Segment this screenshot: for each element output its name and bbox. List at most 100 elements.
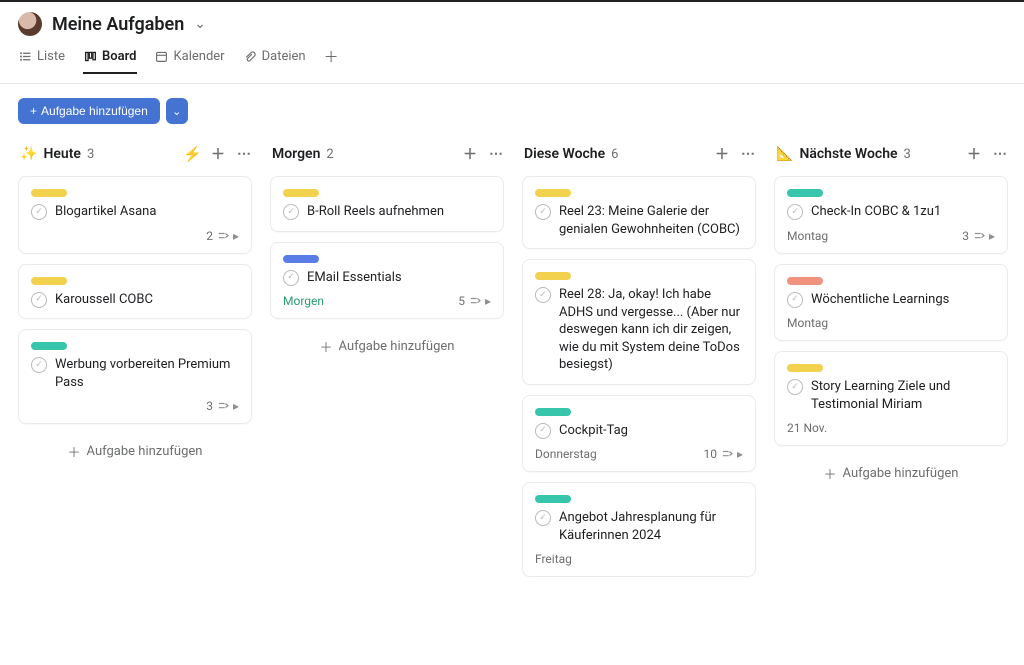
add-card-button[interactable]: ＋Aufgabe hinzufügen: [774, 456, 1008, 487]
task-card[interactable]: Check-In COBC & 1zu1 Montag 3 ▸: [774, 176, 1008, 254]
complete-checkbox[interactable]: [787, 379, 803, 395]
column-scroll[interactable]: Check-In COBC & 1zu1 Montag 3 ▸ Wöchentl…: [774, 176, 1012, 487]
add-task-button[interactable]: + Aufgabe hinzufügen: [18, 98, 160, 124]
tag-pill: [283, 255, 319, 263]
list-icon: [18, 50, 32, 64]
expand-icon[interactable]: ▸: [989, 229, 995, 243]
task-date: Montag: [787, 316, 828, 330]
column-menu-icon[interactable]: ⋯: [234, 146, 254, 162]
subtask-icon: [217, 401, 229, 411]
tag-pill: [31, 277, 67, 285]
column-scroll[interactable]: Reel 23: Meine Galerie der genialen Gewo…: [522, 176, 760, 577]
tab-add[interactable]: ＋: [324, 42, 339, 75]
subtask-count: 5: [458, 294, 465, 308]
subtask-icon: [217, 231, 229, 241]
tab-board[interactable]: Board: [83, 45, 136, 74]
bolt-icon[interactable]: ⚡: [183, 145, 202, 163]
complete-checkbox[interactable]: [283, 204, 299, 220]
page-title: Meine Aufgaben: [52, 14, 184, 35]
complete-checkbox[interactable]: [787, 204, 803, 220]
column-menu-icon[interactable]: ⋯: [990, 146, 1010, 162]
toolbar: + Aufgabe hinzufügen ⌄: [0, 84, 1024, 134]
task-card[interactable]: Karoussell COBC: [18, 264, 252, 320]
column-scroll[interactable]: Blogartikel Asana 2 ▸ Karoussell COBC We…: [18, 176, 256, 465]
task-card[interactable]: Reel 28: Ja, okay! Ich habe ADHS und ver…: [522, 259, 756, 385]
task-date: Freitag: [535, 552, 572, 566]
subtask-count: 3: [206, 399, 213, 413]
column-count: 6: [611, 147, 618, 162]
column-add-icon[interactable]: ＋: [712, 144, 732, 164]
column-header[interactable]: Diese Woche 6 ＋ ⋯: [522, 138, 760, 176]
complete-checkbox[interactable]: [283, 270, 299, 286]
column-emoji: 📐: [776, 146, 793, 162]
expand-icon[interactable]: ▸: [233, 399, 239, 413]
task-meta: 5 ▸: [458, 294, 491, 308]
task-meta: 3 ▸: [206, 399, 239, 413]
tag-pill: [283, 189, 319, 197]
task-card[interactable]: Blogartikel Asana 2 ▸: [18, 176, 252, 254]
column-header[interactable]: Morgen 2 ＋ ⋯: [270, 138, 508, 176]
task-title: Reel 28: Ja, okay! Ich habe ADHS und ver…: [559, 286, 743, 374]
add-card-button[interactable]: ＋Aufgabe hinzufügen: [18, 434, 252, 465]
tab-calendar[interactable]: Kalender: [155, 45, 225, 72]
task-card[interactable]: Wöchentliche Learnings Montag: [774, 264, 1008, 342]
task-card[interactable]: Reel 23: Meine Galerie der genialen Gewo…: [522, 176, 756, 249]
column-scroll[interactable]: B-Roll Reels aufnehmen EMail Essentials …: [270, 176, 508, 360]
tag-pill: [787, 189, 823, 197]
complete-checkbox[interactable]: [31, 292, 47, 308]
complete-checkbox[interactable]: [535, 423, 551, 439]
task-meta: 10 ▸: [703, 447, 743, 461]
column-add-icon[interactable]: ＋: [208, 144, 228, 164]
kanban-board: ✨ Heute 3 ⚡ ＋ ⋯ Blogartikel Asana 2 ▸ Ka…: [0, 134, 1024, 659]
column-title: Nächste Woche: [799, 146, 897, 162]
tab-label: Liste: [37, 49, 65, 64]
add-task-label: Aufgabe hinzufügen: [41, 104, 148, 118]
column-count: 3: [87, 147, 94, 162]
complete-checkbox[interactable]: [535, 287, 551, 303]
tab-files[interactable]: Dateien: [243, 45, 306, 72]
column-title: Morgen: [272, 146, 320, 162]
add-card-button[interactable]: ＋Aufgabe hinzufügen: [270, 329, 504, 360]
task-title: Reel 23: Meine Galerie der genialen Gewo…: [559, 203, 743, 238]
plus-icon: ＋: [68, 442, 81, 461]
plus-icon: ＋: [324, 46, 339, 67]
complete-checkbox[interactable]: [535, 204, 551, 220]
complete-checkbox[interactable]: [787, 292, 803, 308]
task-card[interactable]: EMail Essentials Morgen 5 ▸: [270, 242, 504, 320]
column-menu-icon[interactable]: ⋯: [738, 146, 758, 162]
subtask-icon: [973, 231, 985, 241]
column-emoji: ✨: [20, 146, 37, 162]
column-header[interactable]: ✨ Heute 3 ⚡ ＋ ⋯: [18, 138, 256, 176]
plus-icon: +: [30, 104, 37, 118]
board-column: ✨ Heute 3 ⚡ ＋ ⋯ Blogartikel Asana 2 ▸ Ka…: [18, 138, 256, 649]
column-header[interactable]: 📐 Nächste Woche 3 ＋ ⋯: [774, 138, 1012, 176]
tag-pill: [787, 364, 823, 372]
expand-icon[interactable]: ▸: [485, 294, 491, 308]
tab-list[interactable]: Liste: [18, 45, 65, 72]
tag-pill: [535, 189, 571, 197]
task-card[interactable]: Story Learning Ziele und Testimonial Mir…: [774, 351, 1008, 446]
task-date: Montag: [787, 229, 828, 243]
expand-icon[interactable]: ▸: [737, 447, 743, 461]
view-tabs: Liste Board Kalender Dateien ＋: [0, 42, 1024, 84]
column-add-icon[interactable]: ＋: [460, 144, 480, 164]
complete-checkbox[interactable]: [535, 510, 551, 526]
task-card[interactable]: Cockpit-Tag Donnerstag 10 ▸: [522, 395, 756, 473]
task-title: Wöchentliche Learnings: [811, 291, 949, 309]
expand-icon[interactable]: ▸: [233, 229, 239, 243]
subtask-count: 2: [206, 229, 213, 243]
column-menu-icon[interactable]: ⋯: [486, 146, 506, 162]
plus-icon: ＋: [320, 337, 333, 356]
chevron-down-icon[interactable]: ⌄: [194, 16, 206, 32]
chevron-down-icon: ⌄: [172, 105, 181, 118]
avatar[interactable]: [18, 12, 42, 36]
complete-checkbox[interactable]: [31, 357, 47, 373]
complete-checkbox[interactable]: [31, 204, 47, 220]
task-card[interactable]: Werbung vorbereiten Premium Pass 3 ▸: [18, 329, 252, 424]
add-task-dropdown[interactable]: ⌄: [166, 98, 188, 124]
task-card[interactable]: B-Roll Reels aufnehmen: [270, 176, 504, 232]
column-add-icon[interactable]: ＋: [964, 144, 984, 164]
task-meta: 2 ▸: [206, 229, 239, 243]
task-title: Check-In COBC & 1zu1: [811, 203, 941, 221]
task-card[interactable]: Angebot Jahresplanung für Käuferinnen 20…: [522, 482, 756, 577]
